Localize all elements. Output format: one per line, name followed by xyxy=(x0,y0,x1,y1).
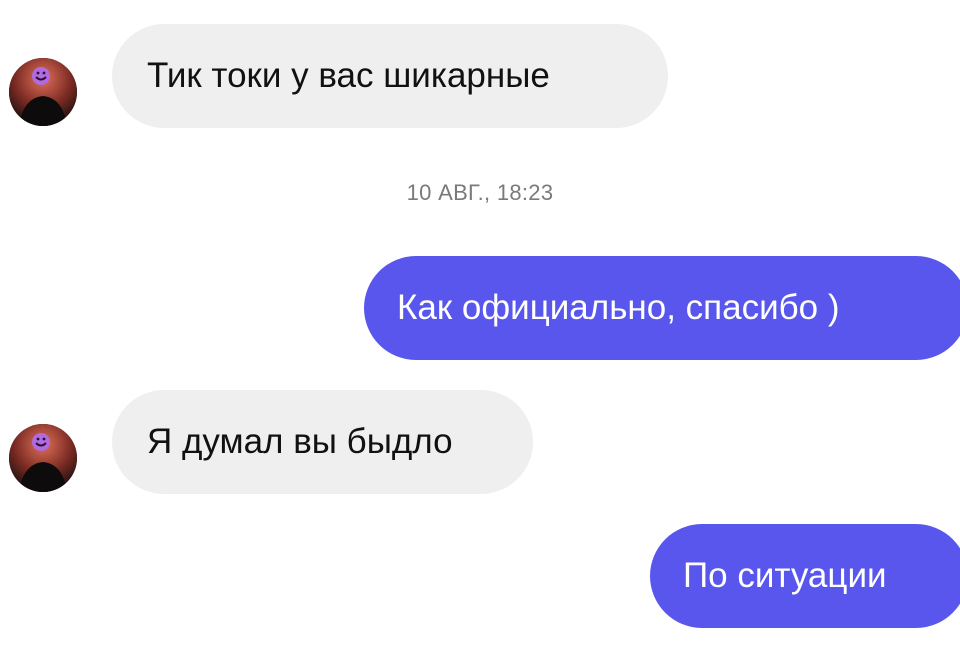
message-text: Как официально, спасибо ) xyxy=(397,288,840,327)
message-text: Я думал вы быдло xyxy=(147,422,453,461)
message-timestamp: 10 АВГ., 18:23 xyxy=(406,180,554,205)
message-incoming-1[interactable]: Тик токи у вас шикарные xyxy=(112,24,668,128)
message-outgoing-2[interactable]: По ситуации xyxy=(650,524,960,628)
message-outgoing-1[interactable]: Как официально, спасибо ) xyxy=(364,256,960,360)
contact-avatar-icon xyxy=(9,424,77,492)
message-incoming-2[interactable]: Я думал вы быдло xyxy=(112,390,533,494)
contact-avatar[interactable] xyxy=(9,424,77,492)
message-text: По ситуации xyxy=(683,556,887,595)
contact-avatar[interactable] xyxy=(9,58,77,126)
message-text: Тик токи у вас шикарные xyxy=(147,56,550,95)
contact-avatar-icon xyxy=(9,58,77,126)
